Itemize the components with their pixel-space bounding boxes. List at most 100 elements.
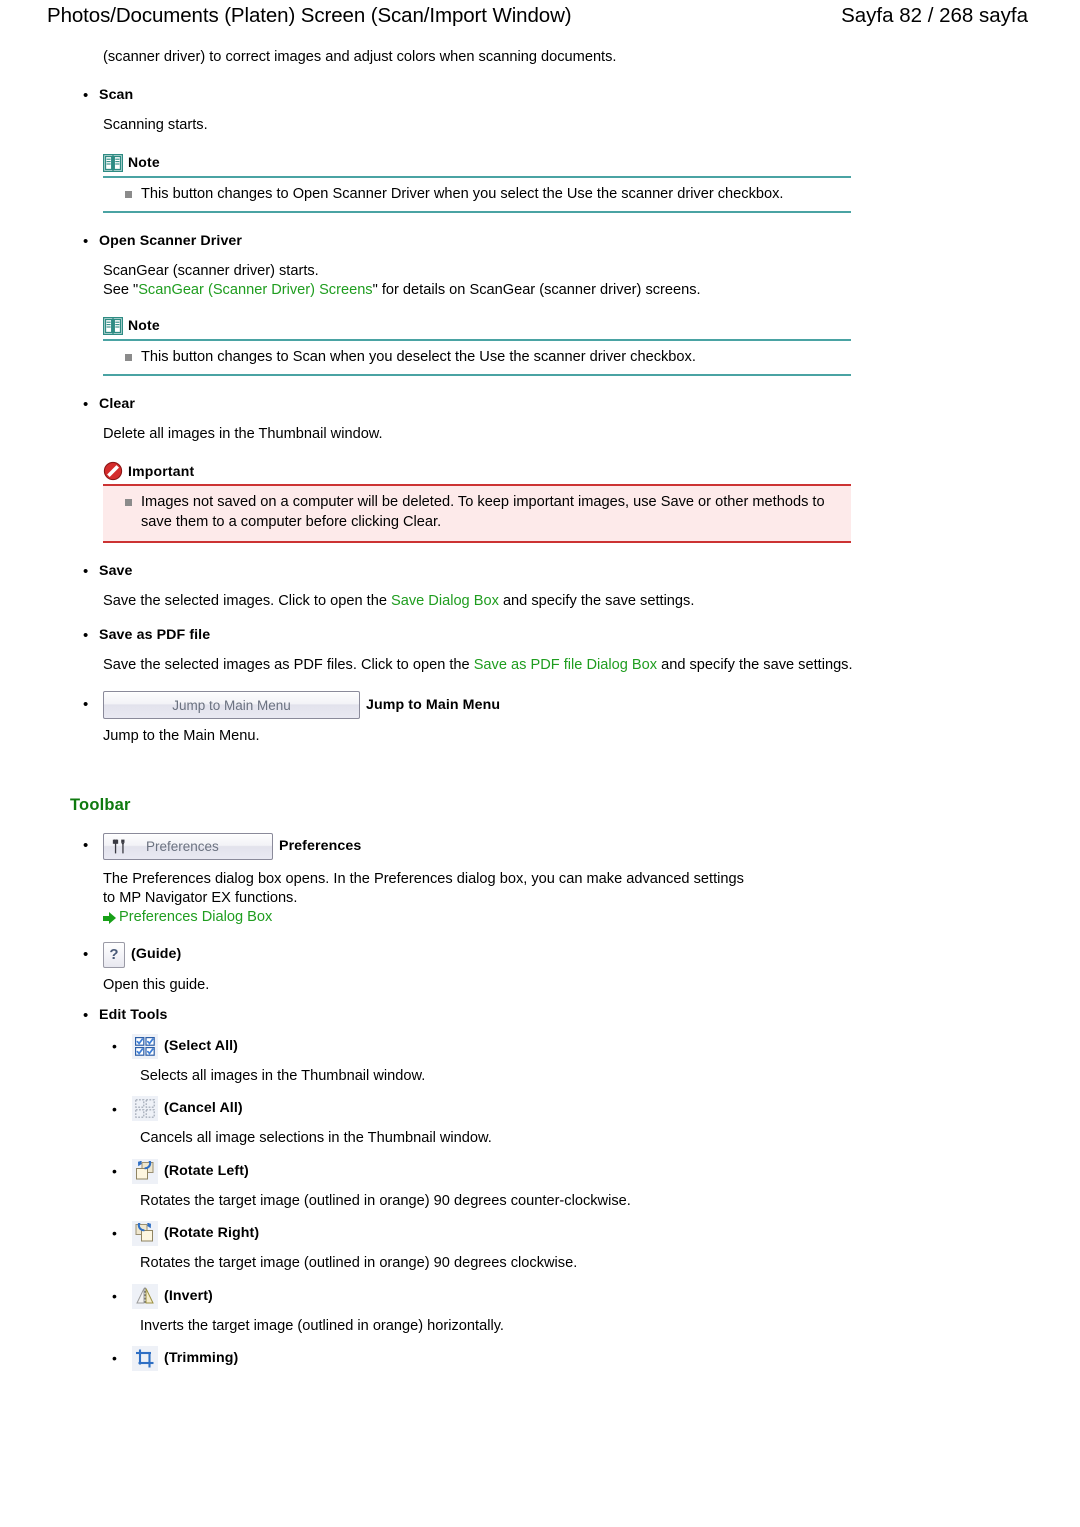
bullet-dot: •: [83, 696, 89, 714]
toolbar-preferences-row: • Preferences Preferences: [83, 832, 1080, 860]
rotate-right-body: Rotates the target image (outlined in or…: [140, 1255, 578, 1272]
intro-paragraph: (scanner driver) to correct images and a…: [103, 49, 617, 65]
important-header: Important: [103, 460, 851, 482]
toolbar-guide-row: • ? (Guide): [83, 941, 1080, 968]
invert-label: (Invert): [164, 1287, 213, 1304]
tools-icon: [112, 839, 128, 854]
bullet-dot: •: [83, 945, 89, 963]
section-clear-body: Delete all images in the Thumbnail windo…: [103, 425, 383, 442]
document-content: (scanner driver) to correct images and a…: [0, 34, 1080, 1371]
note-book-icon: [102, 153, 124, 172]
bullet-dot: •: [83, 232, 89, 250]
bullet-dot: •: [112, 1350, 117, 1367]
bullet-dot: •: [83, 562, 89, 580]
bullet-dot: •: [83, 395, 89, 413]
bullet-dot: •: [83, 837, 89, 855]
page-indicator: Sayfa 82 / 268 sayfa: [841, 4, 1028, 27]
section-scan-label: Scan: [99, 87, 134, 104]
note-header: Note: [102, 152, 851, 174]
rotate-right-label: (Rotate Right): [164, 1225, 260, 1242]
edit-tool-select-all: • (Select All): [112, 1033, 1080, 1059]
note-callout-1: Note This button changes to Open Scanner…: [102, 152, 851, 213]
section-save: • Save: [83, 563, 1080, 582]
arrow-right-icon: [103, 912, 117, 925]
section-save-body: Save the selected images. Click to open …: [103, 592, 1080, 611]
save-dialog-box-link[interactable]: Save Dialog Box: [391, 593, 499, 609]
scangear-screens-link[interactable]: ScanGear (Scanner Driver) Screens: [138, 282, 372, 298]
edit-tool-cancel-all: • (Cancel All): [112, 1096, 1080, 1122]
text-pre: Save the selected images. Click to open …: [103, 592, 391, 609]
page-header: Photos/Documents (Platen) Screen (Scan/I…: [0, 0, 1080, 34]
section-open-scanner-driver-label: Open Scanner Driver: [99, 232, 243, 249]
trimming-icon[interactable]: [132, 1345, 158, 1371]
guide-label: (Guide): [131, 946, 182, 963]
text-pre: See ": [103, 282, 139, 299]
cancel-all-body: Cancels all image selections in the Thum…: [140, 1130, 492, 1147]
note-title: Note: [128, 317, 160, 334]
rotate-right-icon[interactable]: [132, 1221, 158, 1247]
preferences-dialog-box-link[interactable]: Preferences Dialog Box: [119, 908, 272, 927]
note-title: Note: [128, 154, 160, 171]
note-body: This button changes to Open Scanner Driv…: [103, 175, 851, 213]
rotate-left-icon[interactable]: [132, 1158, 158, 1184]
trimming-label: (Trimming): [164, 1350, 239, 1367]
guide-body: Open this guide.: [103, 976, 210, 993]
guide-button[interactable]: ?: [103, 941, 125, 968]
important-callout: Important Images not saved on a computer…: [103, 460, 851, 543]
section-save-as-pdf-label: Save as PDF file: [99, 627, 211, 644]
select-all-label: (Select All): [164, 1038, 238, 1054]
note-book-icon: [102, 316, 124, 335]
important-list-item: Images not saved on a computer will be d…: [103, 493, 851, 532]
section-scan: • Scan: [83, 87, 1080, 106]
bullet-dot: •: [112, 1225, 117, 1242]
preferences-body-2: to MP Navigator EX functions.: [103, 889, 298, 906]
section-scan-body: Scanning starts.: [103, 117, 208, 134]
square-bullet-icon: [125, 499, 141, 507]
square-bullet-icon: [125, 190, 141, 198]
toolbar-section-title: Toolbar: [70, 795, 131, 814]
rotate-left-body: Rotates the target image (outlined in or…: [140, 1192, 631, 1209]
bullet-dot: •: [112, 1100, 117, 1117]
section-save-as-pdf: • Save as PDF file: [83, 627, 1080, 646]
text-post: and specify the save settings.: [498, 592, 695, 609]
jump-to-main-menu-button[interactable]: Jump to Main Menu: [103, 691, 360, 720]
select-all-icon[interactable]: [132, 1033, 158, 1059]
preferences-label: Preferences: [279, 837, 362, 854]
page-title: Photos/Documents (Platen) Screen (Scan/I…: [47, 4, 572, 27]
bullet-dot: •: [83, 87, 89, 105]
note-header: Note: [102, 315, 851, 337]
important-body: Images not saved on a computer will be d…: [103, 484, 851, 543]
cancel-all-icon[interactable]: [132, 1096, 158, 1122]
invert-body: Inverts the target image (outlined in or…: [140, 1317, 504, 1334]
invert-icon[interactable]: [132, 1283, 158, 1309]
note-list-item: This button changes to Scan when you des…: [103, 348, 851, 367]
square-bullet-icon: [125, 353, 141, 361]
bullet-dot: •: [112, 1287, 117, 1304]
edit-tool-trimming: • (Trimming): [112, 1345, 1080, 1371]
preferences-body-1: The Preferences dialog box opens. In the…: [103, 870, 744, 887]
section-save-label: Save: [99, 562, 133, 579]
section-clear: • Clear: [83, 396, 1080, 415]
edit-tool-rotate-right: • (Rotate Right): [112, 1221, 1080, 1247]
section-open-scanner-driver: • Open Scanner Driver: [83, 233, 1080, 252]
note-callout-2: Note This button changes to Scan when yo…: [102, 315, 851, 376]
section-save-as-pdf-body: Save the selected images as PDF files. C…: [103, 656, 1080, 675]
prohibition-icon: [103, 461, 123, 481]
text-pre: Save the selected images as PDF files. C…: [103, 656, 474, 673]
rotate-left-label: (Rotate Left): [164, 1162, 249, 1179]
text-post: and specify the save settings.: [657, 656, 853, 673]
important-item-text: Images not saved on a computer will be d…: [141, 494, 825, 530]
note-body: This button changes to Scan when you des…: [103, 338, 851, 376]
preferences-button[interactable]: Preferences: [103, 832, 273, 860]
select-all-body: Selects all images in the Thumbnail wind…: [140, 1067, 426, 1084]
note-item-text: This button changes to Scan when you des…: [141, 348, 696, 365]
save-as-pdf-dialog-box-link[interactable]: Save as PDF file Dialog Box: [474, 657, 657, 673]
note-list-item: This button changes to Open Scanner Driv…: [103, 185, 851, 204]
bullet-dot: •: [112, 1038, 117, 1055]
section-jump-to-main-menu: • Jump to Main Menu Jump to Main Menu: [83, 691, 1080, 720]
open-scanner-driver-body-1: ScanGear (scanner driver) starts.: [103, 262, 319, 279]
section-clear-label: Clear: [99, 395, 135, 412]
section-edit-tools: • Edit Tools: [83, 1007, 1080, 1026]
preferences-button-label: Preferences: [146, 838, 219, 854]
bullet-dot: •: [112, 1162, 117, 1179]
